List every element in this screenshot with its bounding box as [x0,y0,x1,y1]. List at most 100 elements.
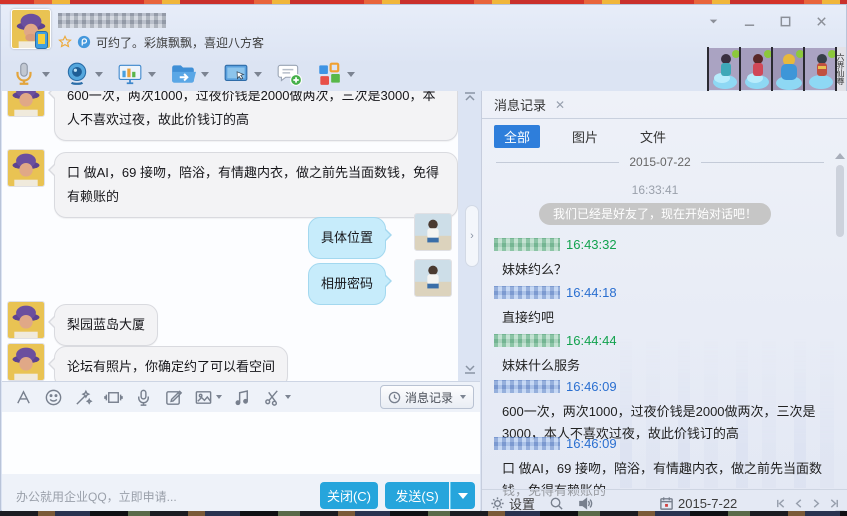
star-icon[interactable] [58,35,72,49]
background-window-bottom [0,511,847,516]
close-icon[interactable] [808,11,834,31]
message-history-panel: 消息记录 ✕ 全部 图片 文件 2015-07-22 16:33:41 我们已经… [481,91,847,516]
date-picker[interactable]: 2015-7-22 [659,496,737,511]
panel-scrollbar[interactable] [835,151,845,516]
send-image-icon[interactable] [194,388,222,407]
game-character-thumb[interactable] [739,47,773,91]
received-message: 论坛有照片，你确定约了可以看空间 [47,346,289,381]
qq-apps-icon[interactable] [316,61,355,87]
qq-apps-caret[interactable] [347,71,355,77]
first-page-icon[interactable] [775,498,786,509]
remote-desktop-icon[interactable] [223,61,262,87]
send-button[interactable]: 发送(S) [385,482,449,509]
file-transfer-caret[interactable] [201,71,209,77]
prev-page-icon[interactable] [793,498,804,509]
history-entry-text: 妹妹什么服务 [502,358,581,373]
clock-icon [388,391,401,403]
scrollbar-up-icon[interactable] [835,153,845,159]
history-toggle-button[interactable]: 消息记录 [379,385,474,409]
enterprise-qq-link[interactable]: 办公就用企业QQ，立即申请... [16,488,177,505]
game-character-thumb[interactable] [771,47,805,91]
create-group-icon[interactable] [276,61,302,87]
self-avatar[interactable] [414,259,452,297]
tab-message-history[interactable]: 消息记录 ✕ [494,95,565,114]
window-shake-icon[interactable] [104,388,123,407]
app-share-caret[interactable] [148,71,156,77]
font-icon[interactable] [14,388,33,407]
signature-row: 可约了。彩旗飘飘，喜迎八方客 [58,33,264,51]
history-entry-header: 16:46:09 [494,436,617,451]
skin-menu-icon[interactable] [700,11,726,31]
history-entry-text: 妹妹约么？ [502,262,568,277]
history-pager [775,498,840,509]
remote-desktop-caret[interactable] [254,71,262,77]
self-avatar[interactable] [414,213,452,251]
window-controls [700,11,834,31]
input-section: 消息记录 办公就用企业QQ，立即申请... 关闭(C) 发送(S) [2,381,480,515]
panel-collapse-handle[interactable]: › [465,205,479,267]
qzone-icon[interactable] [77,35,91,49]
game-character-thumb[interactable] [707,47,741,91]
last-page-icon[interactable] [829,498,840,509]
date-divider: 2015-07-22 [496,155,825,169]
received-message: 600一次，两次1000，过夜价钱是2000做两次，三次是3000，本人不喜欢过… [48,91,458,141]
scroll-bottom-icon[interactable] [463,363,479,377]
next-page-icon[interactable] [811,498,822,509]
music-icon[interactable] [233,388,252,407]
qq-chat-window: 可约了。彩旗飘飘，喜迎八方客 六界仙尊 600一次，两次1000，过夜价钱是20… [0,0,847,516]
scroll-top-icon[interactable] [463,91,479,105]
handwrite-icon[interactable] [164,388,183,407]
peer-avatar[interactable] [7,343,45,381]
self-name-blurred [494,380,560,393]
chat-window-frame: 可约了。彩旗飘飘，喜迎八方客 六界仙尊 600一次，两次1000，过夜价钱是20… [0,4,847,516]
settings-button[interactable]: 设置 [490,494,535,513]
entry-time: 16:44:18 [566,285,617,300]
search-icon[interactable] [549,496,564,511]
entry-time: 16:43:32 [566,237,617,252]
peer-avatar[interactable] [7,301,45,339]
panel-tabbar: 消息记录 ✕ [482,91,847,119]
screenshot-caret[interactable] [285,395,291,399]
speaker-icon[interactable] [578,496,593,511]
minimize-icon[interactable] [736,11,762,31]
peer-avatar[interactable] [7,91,45,117]
file-transfer-icon[interactable] [170,61,209,87]
chat-message-area[interactable]: 600一次，两次1000，过夜价钱是2000做两次，三次是3000，本人不喜欢过… [2,91,458,381]
self-name-blurred [494,437,560,450]
date-divider-label: 2015-07-22 [629,155,691,169]
history-filters: 全部 图片 文件 [494,125,676,148]
received-message: 梨园蓝岛大厦 [47,304,159,346]
app-share-icon[interactable] [117,61,156,87]
contact-name-blurred [58,13,166,28]
screenshot-icon[interactable] [263,388,291,407]
game-character-thumb[interactable] [803,47,837,91]
received-message: 口 做AI，69 接吻，陪浴，有情趣内衣，做之前先当面数钱，免得有赖账的 [48,152,458,218]
game-ad-banner[interactable]: 六界仙尊 [707,47,846,91]
filter-all[interactable]: 全部 [494,125,541,148]
voice-call-caret[interactable] [42,71,50,77]
history-entry-header: 16:43:32 [494,237,617,252]
emoticon-icon[interactable] [44,388,63,407]
video-call-icon[interactable] [64,61,103,87]
history-entry-header: 16:46:09 [494,379,617,394]
voice-call-icon[interactable] [11,61,50,87]
video-call-caret[interactable] [95,71,103,77]
message-input[interactable] [2,412,480,474]
close-button[interactable]: 关闭(C) [320,482,378,509]
filter-files[interactable]: 文件 [630,125,676,148]
history-entry-text: 直接约吧 [502,310,555,325]
game-ad-vertical-title[interactable]: 六界仙尊 [835,47,846,91]
tab-close-icon[interactable]: ✕ [555,98,565,112]
voice-message-icon[interactable] [134,388,153,407]
filter-images[interactable]: 图片 [562,125,608,148]
scrollbar-thumb[interactable] [836,165,844,237]
magic-wand-icon[interactable] [74,388,93,407]
history-entry-header: 16:44:18 [494,285,617,300]
settings-label: 设置 [509,496,536,512]
send-image-caret[interactable] [216,395,222,399]
send-options-button[interactable] [450,482,475,509]
peer-avatar[interactable] [7,149,45,187]
input-toolbar: 消息记录 [2,382,480,412]
tab-message-history-label: 消息记录 [494,98,547,113]
maximize-icon[interactable] [772,11,798,31]
